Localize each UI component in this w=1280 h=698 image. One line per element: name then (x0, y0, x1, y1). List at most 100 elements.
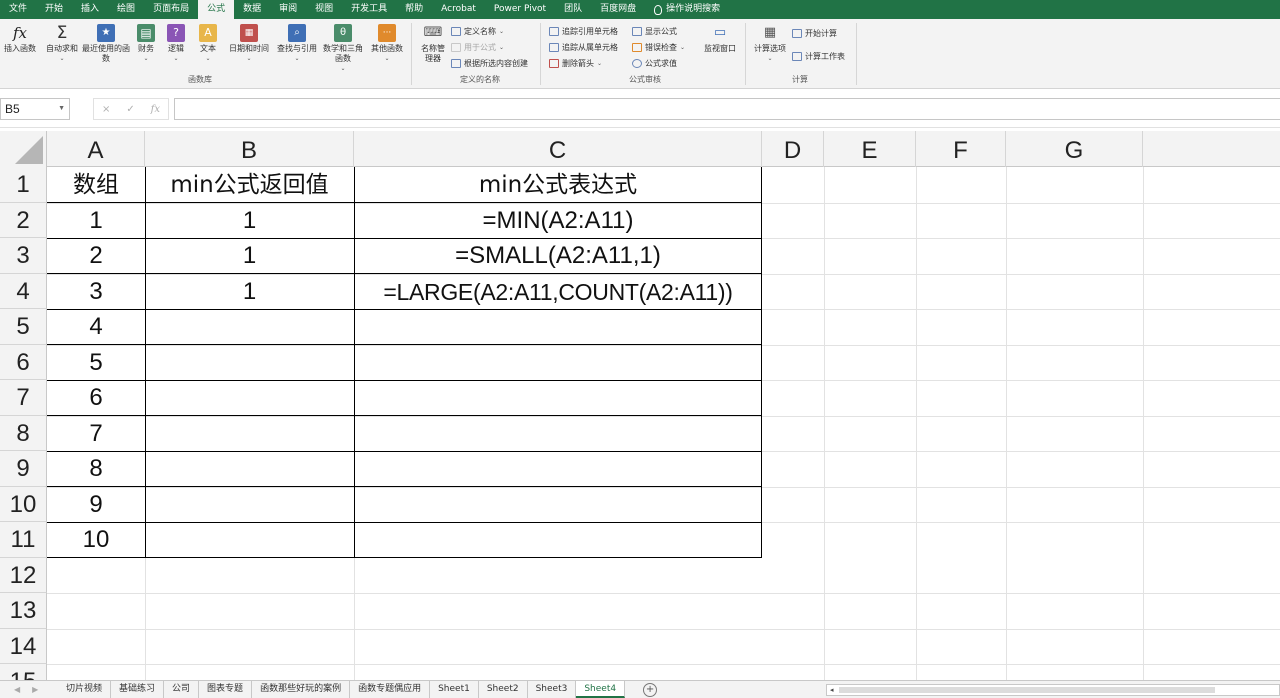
row-header-4[interactable]: 4 (0, 273, 47, 309)
name-manager-button[interactable]: ⌨ 名称管理器 (416, 24, 450, 64)
use-in-formula-button[interactable]: 用于公式 ⌄ (451, 42, 504, 53)
column-header-f[interactable]: F (916, 131, 1006, 167)
datetime-button[interactable]: ▦ 日期和时间 ⌄ (226, 24, 272, 64)
cell-a6[interactable]: 5 (47, 345, 145, 381)
show-formulas-button[interactable]: 显示公式 (632, 26, 677, 37)
sheet-tab[interactable]: 函数专题偶应用 (350, 681, 431, 698)
text-button[interactable]: A 文本 ⌄ (196, 24, 220, 64)
cell-b4[interactable]: 1 (145, 274, 354, 310)
menu-insert[interactable]: 插入 (72, 0, 108, 19)
remove-arrows-button[interactable]: 删除箭头 ⌄ (549, 58, 602, 69)
insert-function-button[interactable]: fx 插入函数 (2, 24, 38, 54)
cell-c2[interactable]: =MIN(A2:A11) (354, 203, 762, 239)
cell-a2[interactable]: 1 (47, 203, 145, 239)
cell-a7[interactable]: 6 (47, 380, 145, 416)
column-header-a[interactable]: A (47, 131, 145, 167)
menu-page-layout[interactable]: 页面布局 (144, 0, 198, 19)
watch-window-button[interactable]: ▭ 监视窗口 (700, 24, 740, 54)
select-all-button[interactable] (0, 131, 47, 167)
row-header-6[interactable]: 6 (0, 344, 47, 380)
cell-a8[interactable]: 7 (47, 416, 145, 452)
row-header-1[interactable]: 1 (0, 167, 47, 203)
sheet-tab[interactable]: 函数那些好玩的案例 (252, 681, 351, 698)
name-box[interactable]: B5 ▼ (0, 98, 70, 120)
enter-icon[interactable]: ✓ (126, 104, 134, 115)
menu-help[interactable]: 帮助 (396, 0, 432, 19)
horizontal-scrollbar[interactable]: ◂ (826, 684, 1280, 696)
menu-draw[interactable]: 绘图 (108, 0, 144, 19)
column-header-c[interactable]: C (354, 131, 762, 167)
row-header-11[interactable]: 11 (0, 522, 47, 558)
lookup-button[interactable]: ⌕ 查找与引用 ⌄ (274, 24, 320, 64)
autosum-button[interactable]: Σ 自动求和 ⌄ (44, 24, 80, 64)
menu-file[interactable]: 文件 (0, 0, 36, 19)
menu-acrobat[interactable]: Acrobat (432, 0, 485, 19)
cell-b3[interactable]: 1 (145, 238, 354, 274)
cell-c1[interactable]: min公式表达式 (354, 167, 762, 203)
recent-functions-button[interactable]: ★ 最近使用的函数 (82, 24, 130, 64)
sheet-tab[interactable]: 切片视频 (58, 681, 112, 698)
cell-a11[interactable]: 10 (47, 522, 145, 558)
logical-button[interactable]: ? 逻辑 ⌄ (164, 24, 188, 64)
financial-button[interactable]: ▤ 财务 ⌄ (134, 24, 158, 64)
menu-developer[interactable]: 开发工具 (342, 0, 396, 19)
sheet-tab-active[interactable]: Sheet4 (576, 681, 626, 698)
more-functions-button[interactable]: ··· 其他函数 ⌄ (368, 24, 406, 64)
evaluate-formula-button[interactable]: 公式求值 (632, 58, 677, 69)
math-trig-button[interactable]: θ 数学和三角函数 ⌄ (322, 24, 364, 74)
tell-me-search[interactable]: 操作说明搜索 (645, 0, 729, 19)
row-header-5[interactable]: 5 (0, 309, 47, 345)
fx-icon[interactable]: fx (151, 104, 160, 115)
cancel-icon[interactable]: × (102, 104, 110, 115)
sheet-prev-icon[interactable]: ◀ (14, 685, 20, 694)
column-header-d[interactable]: D (762, 131, 824, 167)
column-header-b[interactable]: B (145, 131, 354, 167)
spreadsheet-grid[interactable]: A B C D E F G 1 2 3 4 5 6 7 8 9 10 11 12… (0, 131, 1280, 681)
formula-input[interactable] (174, 98, 1280, 120)
menu-baidu-pan[interactable]: 百度网盘 (591, 0, 645, 19)
row-header-12[interactable]: 12 (0, 557, 47, 593)
row-header-14[interactable]: 14 (0, 628, 47, 664)
menu-view[interactable]: 视图 (306, 0, 342, 19)
column-header-e[interactable]: E (824, 131, 916, 167)
row-header-7[interactable]: 7 (0, 380, 47, 416)
cell-a3[interactable]: 2 (47, 238, 145, 274)
sheet-tab[interactable]: Sheet1 (430, 681, 479, 698)
sheet-tab[interactable]: 图表专题 (199, 681, 253, 698)
cell-b2[interactable]: 1 (145, 203, 354, 239)
trace-dependents-button[interactable]: 追踪从属单元格 (549, 42, 618, 53)
sheet-tab[interactable]: Sheet2 (479, 681, 528, 698)
cell-a1[interactable]: 数组 (47, 167, 145, 203)
calc-options-button[interactable]: ▦ 计算选项 ⌄ (750, 24, 790, 64)
row-header-8[interactable]: 8 (0, 415, 47, 451)
define-name-button[interactable]: 定义名称 ⌄ (451, 26, 504, 37)
row-header-9[interactable]: 9 (0, 451, 47, 487)
menu-power-pivot[interactable]: Power Pivot (485, 0, 555, 19)
add-sheet-icon[interactable]: + (643, 682, 658, 697)
trace-precedents-button[interactable]: 追踪引用单元格 (549, 26, 618, 37)
cell-b1[interactable]: min公式返回值 (145, 167, 354, 203)
sheet-next-icon[interactable]: ▶ (32, 685, 38, 694)
cell-c4[interactable]: =LARGE(A2:A11,COUNT(A2:A11)) (354, 274, 762, 310)
cell-c3[interactable]: =SMALL(A2:A11,1) (354, 238, 762, 274)
row-header-13[interactable]: 13 (0, 593, 47, 629)
sheet-tab[interactable]: Sheet3 (528, 681, 577, 698)
scroll-left-icon[interactable]: ◂ (830, 685, 834, 695)
menu-home[interactable]: 开始 (36, 0, 72, 19)
column-header-g[interactable]: G (1006, 131, 1143, 167)
scrollbar-thumb[interactable] (839, 687, 1215, 693)
calc-sheet-button[interactable]: 计算工作表 (792, 51, 845, 62)
cell-a5[interactable]: 4 (47, 309, 145, 345)
menu-formulas[interactable]: 公式 (198, 0, 235, 19)
cell-a4[interactable]: 3 (47, 274, 145, 310)
sheet-tab[interactable]: 公司 (164, 681, 200, 698)
menu-review[interactable]: 审阅 (270, 0, 306, 19)
row-header-15[interactable]: 15 (0, 664, 47, 681)
row-header-3[interactable]: 3 (0, 238, 47, 274)
menu-team[interactable]: 团队 (555, 0, 591, 19)
create-from-selection-button[interactable]: 根据所选内容创建 (451, 58, 528, 69)
row-header-2[interactable]: 2 (0, 202, 47, 238)
sheet-tab[interactable]: 基础练习 (111, 681, 165, 698)
menu-data[interactable]: 数据 (234, 0, 270, 19)
error-checking-button[interactable]: 错误检查 ⌄ (632, 42, 685, 53)
